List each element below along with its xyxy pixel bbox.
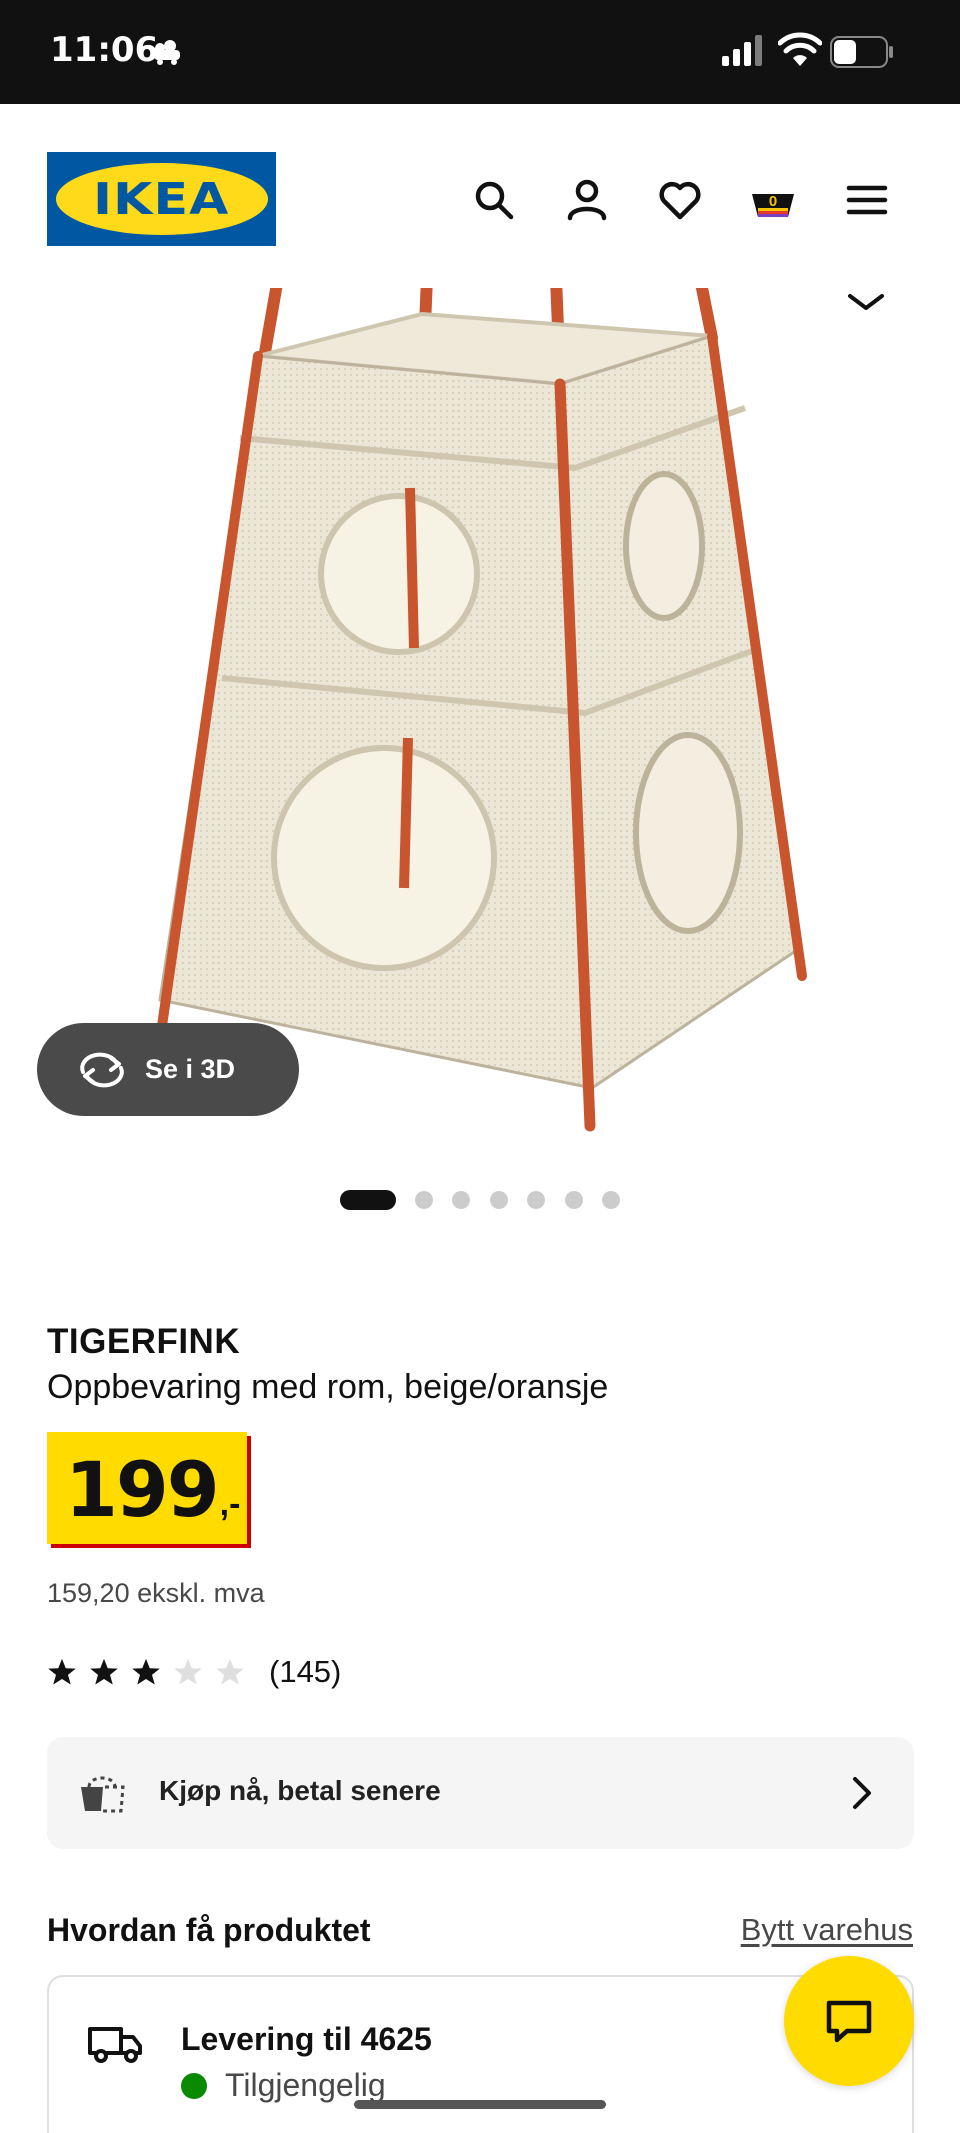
truck-icon: [88, 2027, 142, 2063]
star-empty-icon: [174, 1658, 202, 1685]
star-filled-icon: [132, 1658, 160, 1685]
price-tag: 199 ,-: [47, 1432, 247, 1544]
chevron-right-icon: [853, 1777, 871, 1809]
delivery-option-card[interactable]: Levering til 4625 Tilgjengelig: [47, 1975, 914, 2133]
shopping-bag-icon: [81, 1776, 125, 1813]
carousel-dot[interactable]: [490, 1191, 508, 1209]
cart-button[interactable]: 0: [743, 170, 803, 230]
carousel-dot[interactable]: [452, 1191, 470, 1209]
battery-icon: [830, 36, 893, 68]
product-image[interactable]: [0, 288, 960, 1148]
logo-oval: IKEA: [55, 163, 268, 235]
fulfilment-title: Hvordan få produktet: [47, 1912, 371, 1948]
site-header: IKEA 0: [0, 104, 960, 288]
price-integer: 199: [65, 1445, 220, 1534]
product-description: Oppbevaring med rom, beige/oransje: [47, 1368, 609, 1406]
product-rating[interactable]: (145): [47, 1652, 341, 1692]
carousel-dot[interactable]: [415, 1191, 433, 1209]
chat-bubble-icon: [826, 2000, 872, 2043]
search-icon: [475, 181, 514, 220]
pay-later-label: Kjøp nå, betal senere: [159, 1775, 441, 1806]
view-3d-button[interactable]: Se i 3D: [37, 1023, 299, 1116]
heart-icon: [659, 181, 701, 220]
review-count[interactable]: (145): [269, 1654, 341, 1690]
carousel-dots: [0, 1185, 960, 1215]
search-button[interactable]: [464, 170, 524, 230]
view-3d-label: Se i 3D: [145, 1054, 236, 1084]
rotate-3d-icon: [80, 1052, 124, 1087]
product-name: TIGERFINK: [47, 1322, 241, 1361]
availability-text: Tilgjengelig: [225, 2067, 386, 2103]
chevron-down-icon[interactable]: [844, 288, 888, 314]
carousel-dot[interactable]: [565, 1191, 583, 1209]
price-decimals: ,-: [219, 1485, 241, 1523]
star-empty-icon: [216, 1658, 244, 1685]
cart-count: 0: [769, 193, 777, 210]
carousel-dot[interactable]: [602, 1191, 620, 1209]
cellular-signal-icon: [722, 35, 762, 66]
status-time: 11:06: [50, 30, 159, 70]
logo-text: IKEA: [93, 173, 230, 225]
product-gallery[interactable]: Se i 3D: [0, 288, 960, 1148]
menu-button[interactable]: [837, 170, 897, 230]
availability-status-dot: [181, 2073, 207, 2099]
cart-icon: 0: [752, 193, 794, 217]
activity-icon: [154, 40, 180, 65]
ikea-logo[interactable]: IKEA: [47, 152, 276, 246]
delivery-title: Levering til 4625: [181, 2021, 432, 2057]
star-filled-icon: [90, 1658, 118, 1685]
status-bar: 11:06: [0, 0, 960, 104]
account-button[interactable]: [557, 170, 617, 230]
wifi-icon: [778, 32, 822, 66]
favorites-button[interactable]: [650, 170, 710, 230]
chat-button[interactable]: [784, 1956, 914, 2086]
menu-icon: [846, 185, 888, 215]
user-icon: [567, 179, 607, 221]
star-filled-icon: [48, 1658, 76, 1685]
pay-later-button[interactable]: Kjøp nå, betal senere: [47, 1737, 914, 1849]
home-indicator: [354, 2100, 606, 2109]
price-ex-vat: 159,20 ekskl. mva: [47, 1578, 265, 1608]
change-store-link[interactable]: Bytt varehus: [741, 1912, 913, 1948]
carousel-dot-active[interactable]: [340, 1190, 396, 1210]
carousel-dot[interactable]: [527, 1191, 545, 1209]
